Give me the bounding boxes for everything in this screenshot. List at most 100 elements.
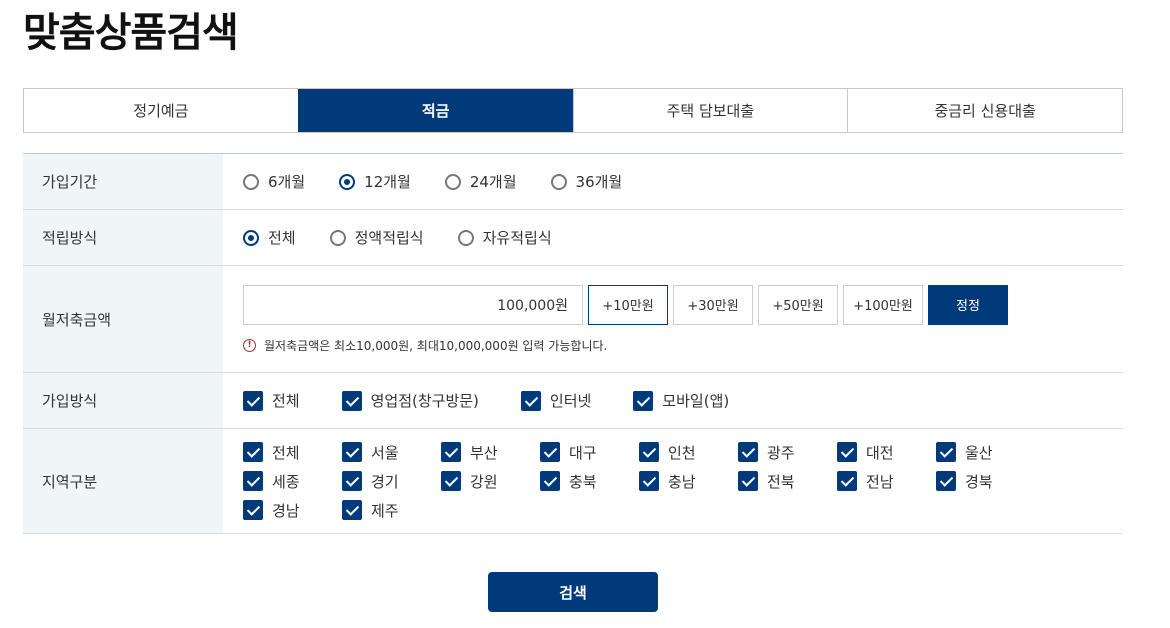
checkbox-checked-icon xyxy=(441,442,461,462)
search-button[interactable]: 검색 xyxy=(488,572,658,612)
region-option-seoul[interactable]: 서울 xyxy=(342,442,441,463)
checkbox-checked-icon xyxy=(243,500,263,520)
tab-savings[interactable]: 적금 xyxy=(297,89,573,132)
radio-icon xyxy=(329,229,346,246)
monthly-amount-input[interactable] xyxy=(243,284,583,325)
join-row: 가입방식 전체 영업점(창구방문) 인터넷 모바일(앱) xyxy=(23,373,1123,429)
page-title: 맞춤상품검색 xyxy=(23,10,239,56)
join-option-label: 영업점(창구방문) xyxy=(370,392,479,410)
region-option-label: 충남 xyxy=(668,472,696,491)
radio-icon xyxy=(457,229,474,246)
checkbox-checked-icon xyxy=(639,442,659,462)
region-option-sejong[interactable]: 세종 xyxy=(243,471,342,492)
amount-hint: ! 월저축금액은 최소10,000원, 최대10,000,000원 입력 가능합… xyxy=(243,337,1008,354)
checkbox-checked-icon xyxy=(243,390,263,411)
method-row: 적립방식 전체 정액적립식 자유적립식 xyxy=(23,210,1123,266)
radio-icon xyxy=(550,173,567,190)
add-30-button[interactable]: +30만원 xyxy=(673,284,753,325)
method-option-label: 전체 xyxy=(268,229,296,247)
amount-row: 월저축금액 +10만원 +30만원 +50만원 +100만원 정정 ! 월저축금… xyxy=(23,266,1123,373)
add-10-button[interactable]: +10만원 xyxy=(588,284,668,325)
checkbox-checked-icon xyxy=(738,471,758,491)
period-option-label: 24개월 xyxy=(469,173,517,191)
period-option-label: 6개월 xyxy=(268,173,306,191)
tab-deposit[interactable]: 정기예금 xyxy=(24,89,298,132)
checkbox-checked-icon xyxy=(837,442,857,462)
region-option-jeonnam[interactable]: 전남 xyxy=(837,471,936,492)
add-50-button[interactable]: +50만원 xyxy=(758,284,838,325)
period-option-24m[interactable]: 24개월 xyxy=(444,171,517,192)
checkbox-checked-icon xyxy=(738,442,758,462)
region-option-label: 전북 xyxy=(767,472,795,491)
join-option-all[interactable]: 전체 xyxy=(243,390,300,411)
checkbox-checked-icon xyxy=(837,471,857,491)
checkbox-checked-icon xyxy=(341,390,362,411)
amount-label: 월저축금액 xyxy=(23,266,223,372)
region-option-gyeonggi[interactable]: 경기 xyxy=(342,471,441,492)
warning-icon: ! xyxy=(243,338,256,352)
region-option-label: 대구 xyxy=(569,443,597,462)
checkbox-checked-icon xyxy=(936,471,956,491)
region-option-ulsan[interactable]: 울산 xyxy=(936,442,1035,463)
region-option-gyeongnam[interactable]: 경남 xyxy=(243,500,342,521)
checkbox-checked-icon xyxy=(633,390,654,411)
product-tabs: 정기예금 적금 주택 담보대출 중금리 신용대출 xyxy=(23,88,1123,133)
period-option-12m[interactable]: 12개월 xyxy=(339,171,411,192)
period-option-label: 36개월 xyxy=(575,173,623,191)
correct-button[interactable]: 정정 xyxy=(928,284,1008,325)
region-row: 지역구분 전체 서울 부산 대구 인천 광주 대전 울산 세종 경기 강원 충북… xyxy=(23,429,1123,534)
region-option-gangwon[interactable]: 강원 xyxy=(441,471,540,492)
checkbox-checked-icon xyxy=(540,442,560,462)
radio-icon xyxy=(444,173,461,190)
region-option-jeju[interactable]: 제주 xyxy=(342,500,441,521)
region-label: 지역구분 xyxy=(23,429,223,533)
join-option-mobile[interactable]: 모바일(앱) xyxy=(633,390,729,411)
checkbox-checked-icon xyxy=(342,500,362,520)
method-label: 적립방식 xyxy=(23,210,223,265)
checkbox-checked-icon xyxy=(243,442,263,462)
checkbox-checked-icon xyxy=(520,390,541,411)
join-option-internet[interactable]: 인터넷 xyxy=(520,390,592,411)
region-option-all[interactable]: 전체 xyxy=(243,442,342,463)
region-option-busan[interactable]: 부산 xyxy=(441,442,540,463)
tab-credit-loan[interactable]: 중금리 신용대출 xyxy=(847,89,1122,132)
method-option-free[interactable]: 자유적립식 xyxy=(457,227,552,248)
join-label: 가입방식 xyxy=(23,373,223,428)
region-option-jeonbuk[interactable]: 전북 xyxy=(738,471,837,492)
period-row: 가입기간 6개월 12개월 24개월 36개월 xyxy=(23,154,1123,210)
method-option-all[interactable]: 전체 xyxy=(243,227,296,248)
region-option-label: 경북 xyxy=(965,472,993,491)
region-option-incheon[interactable]: 인천 xyxy=(639,442,738,463)
tab-mortgage-loan[interactable]: 주택 담보대출 xyxy=(572,89,848,132)
region-option-label: 경기 xyxy=(371,472,399,491)
method-option-label: 정액적립식 xyxy=(354,229,424,247)
checkbox-checked-icon xyxy=(441,471,461,491)
join-option-label: 전체 xyxy=(272,392,300,410)
join-option-branch[interactable]: 영업점(창구방문) xyxy=(341,390,479,411)
amount-hint-text: 월저축금액은 최소10,000원, 최대10,000,000원 입력 가능합니다… xyxy=(264,338,608,353)
period-option-36m[interactable]: 36개월 xyxy=(550,171,623,192)
region-option-label: 광주 xyxy=(767,443,795,462)
region-option-chungnam[interactable]: 충남 xyxy=(639,471,738,492)
region-option-label: 세종 xyxy=(272,472,300,491)
join-option-label: 인터넷 xyxy=(549,392,592,410)
region-option-daejeon[interactable]: 대전 xyxy=(837,442,936,463)
method-option-fixed[interactable]: 정액적립식 xyxy=(329,227,424,248)
region-option-daegu[interactable]: 대구 xyxy=(540,442,639,463)
region-option-label: 전체 xyxy=(272,443,300,462)
checkbox-checked-icon xyxy=(342,471,362,491)
region-option-label: 부산 xyxy=(470,443,498,462)
region-option-gyeongbuk[interactable]: 경북 xyxy=(936,471,1035,492)
region-options: 전체 서울 부산 대구 인천 광주 대전 울산 세종 경기 강원 충북 충남 전… xyxy=(243,442,1035,521)
region-option-gwangju[interactable]: 광주 xyxy=(738,442,837,463)
checkbox-checked-icon xyxy=(243,471,263,491)
add-100-button[interactable]: +100만원 xyxy=(843,284,923,325)
period-option-6m[interactable]: 6개월 xyxy=(243,171,305,192)
region-option-label: 전남 xyxy=(866,472,894,491)
region-option-label: 제주 xyxy=(371,501,399,520)
period-label: 가입기간 xyxy=(23,154,223,209)
region-option-chungbuk[interactable]: 충북 xyxy=(540,471,639,492)
method-option-label: 자유적립식 xyxy=(482,229,552,247)
radio-selected-icon xyxy=(243,229,259,246)
join-option-label: 모바일(앱) xyxy=(662,392,730,410)
